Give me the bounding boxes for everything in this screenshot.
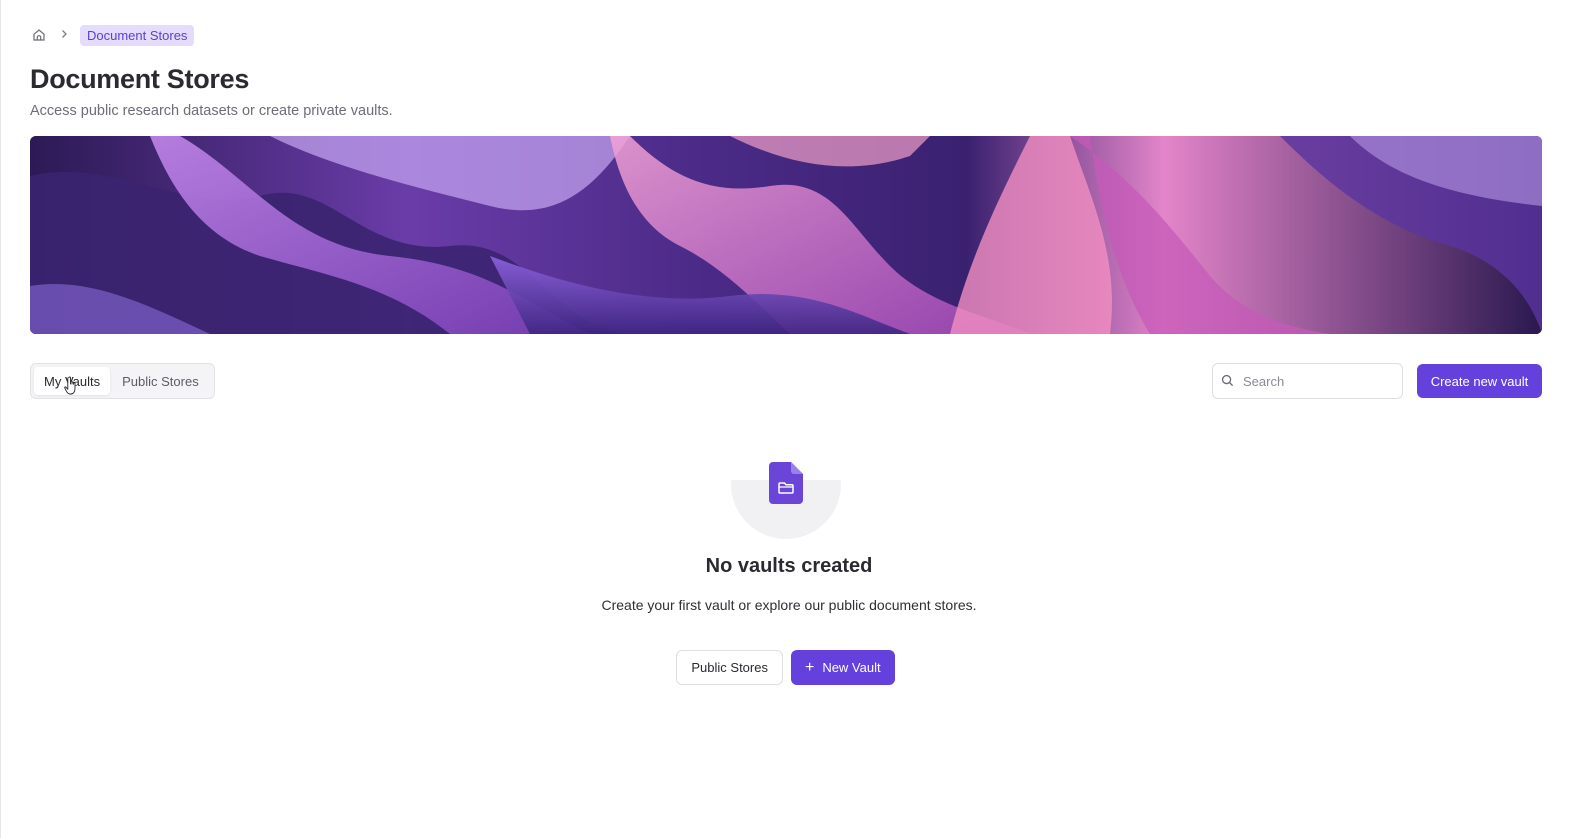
vault-tabs: My Vaults Public Stores <box>30 363 215 399</box>
empty-state-text: Create your first vault or explore our p… <box>601 597 977 613</box>
empty-state-illustration <box>731 460 841 540</box>
empty-state-actions: Public Stores + New Vault <box>1 650 1576 685</box>
public-stores-button[interactable]: Public Stores <box>676 650 783 685</box>
home-icon[interactable] <box>30 26 48 44</box>
breadcrumb: Document Stores <box>30 24 195 46</box>
search-icon <box>1221 374 1235 388</box>
breadcrumb-current[interactable]: Document Stores <box>80 24 195 46</box>
banner-image <box>30 136 1542 334</box>
page-subtitle: Access public research datasets or creat… <box>30 103 393 119</box>
page-title: Document Stores <box>30 64 250 94</box>
empty-state-title: No vaults created <box>705 555 873 577</box>
chevron-right-icon <box>58 28 70 42</box>
hand-cursor-icon <box>64 376 76 395</box>
folder-document-icon <box>769 462 803 504</box>
new-vault-button[interactable]: + New Vault <box>790 650 895 685</box>
search-box[interactable] <box>1212 363 1403 399</box>
create-new-vault-button[interactable]: Create new vault <box>1417 364 1542 398</box>
plus-icon: + <box>804 658 815 676</box>
new-vault-label: New Vault <box>822 660 881 675</box>
tab-public-stores[interactable]: Public Stores <box>112 367 209 395</box>
search-input[interactable] <box>1243 373 1393 389</box>
